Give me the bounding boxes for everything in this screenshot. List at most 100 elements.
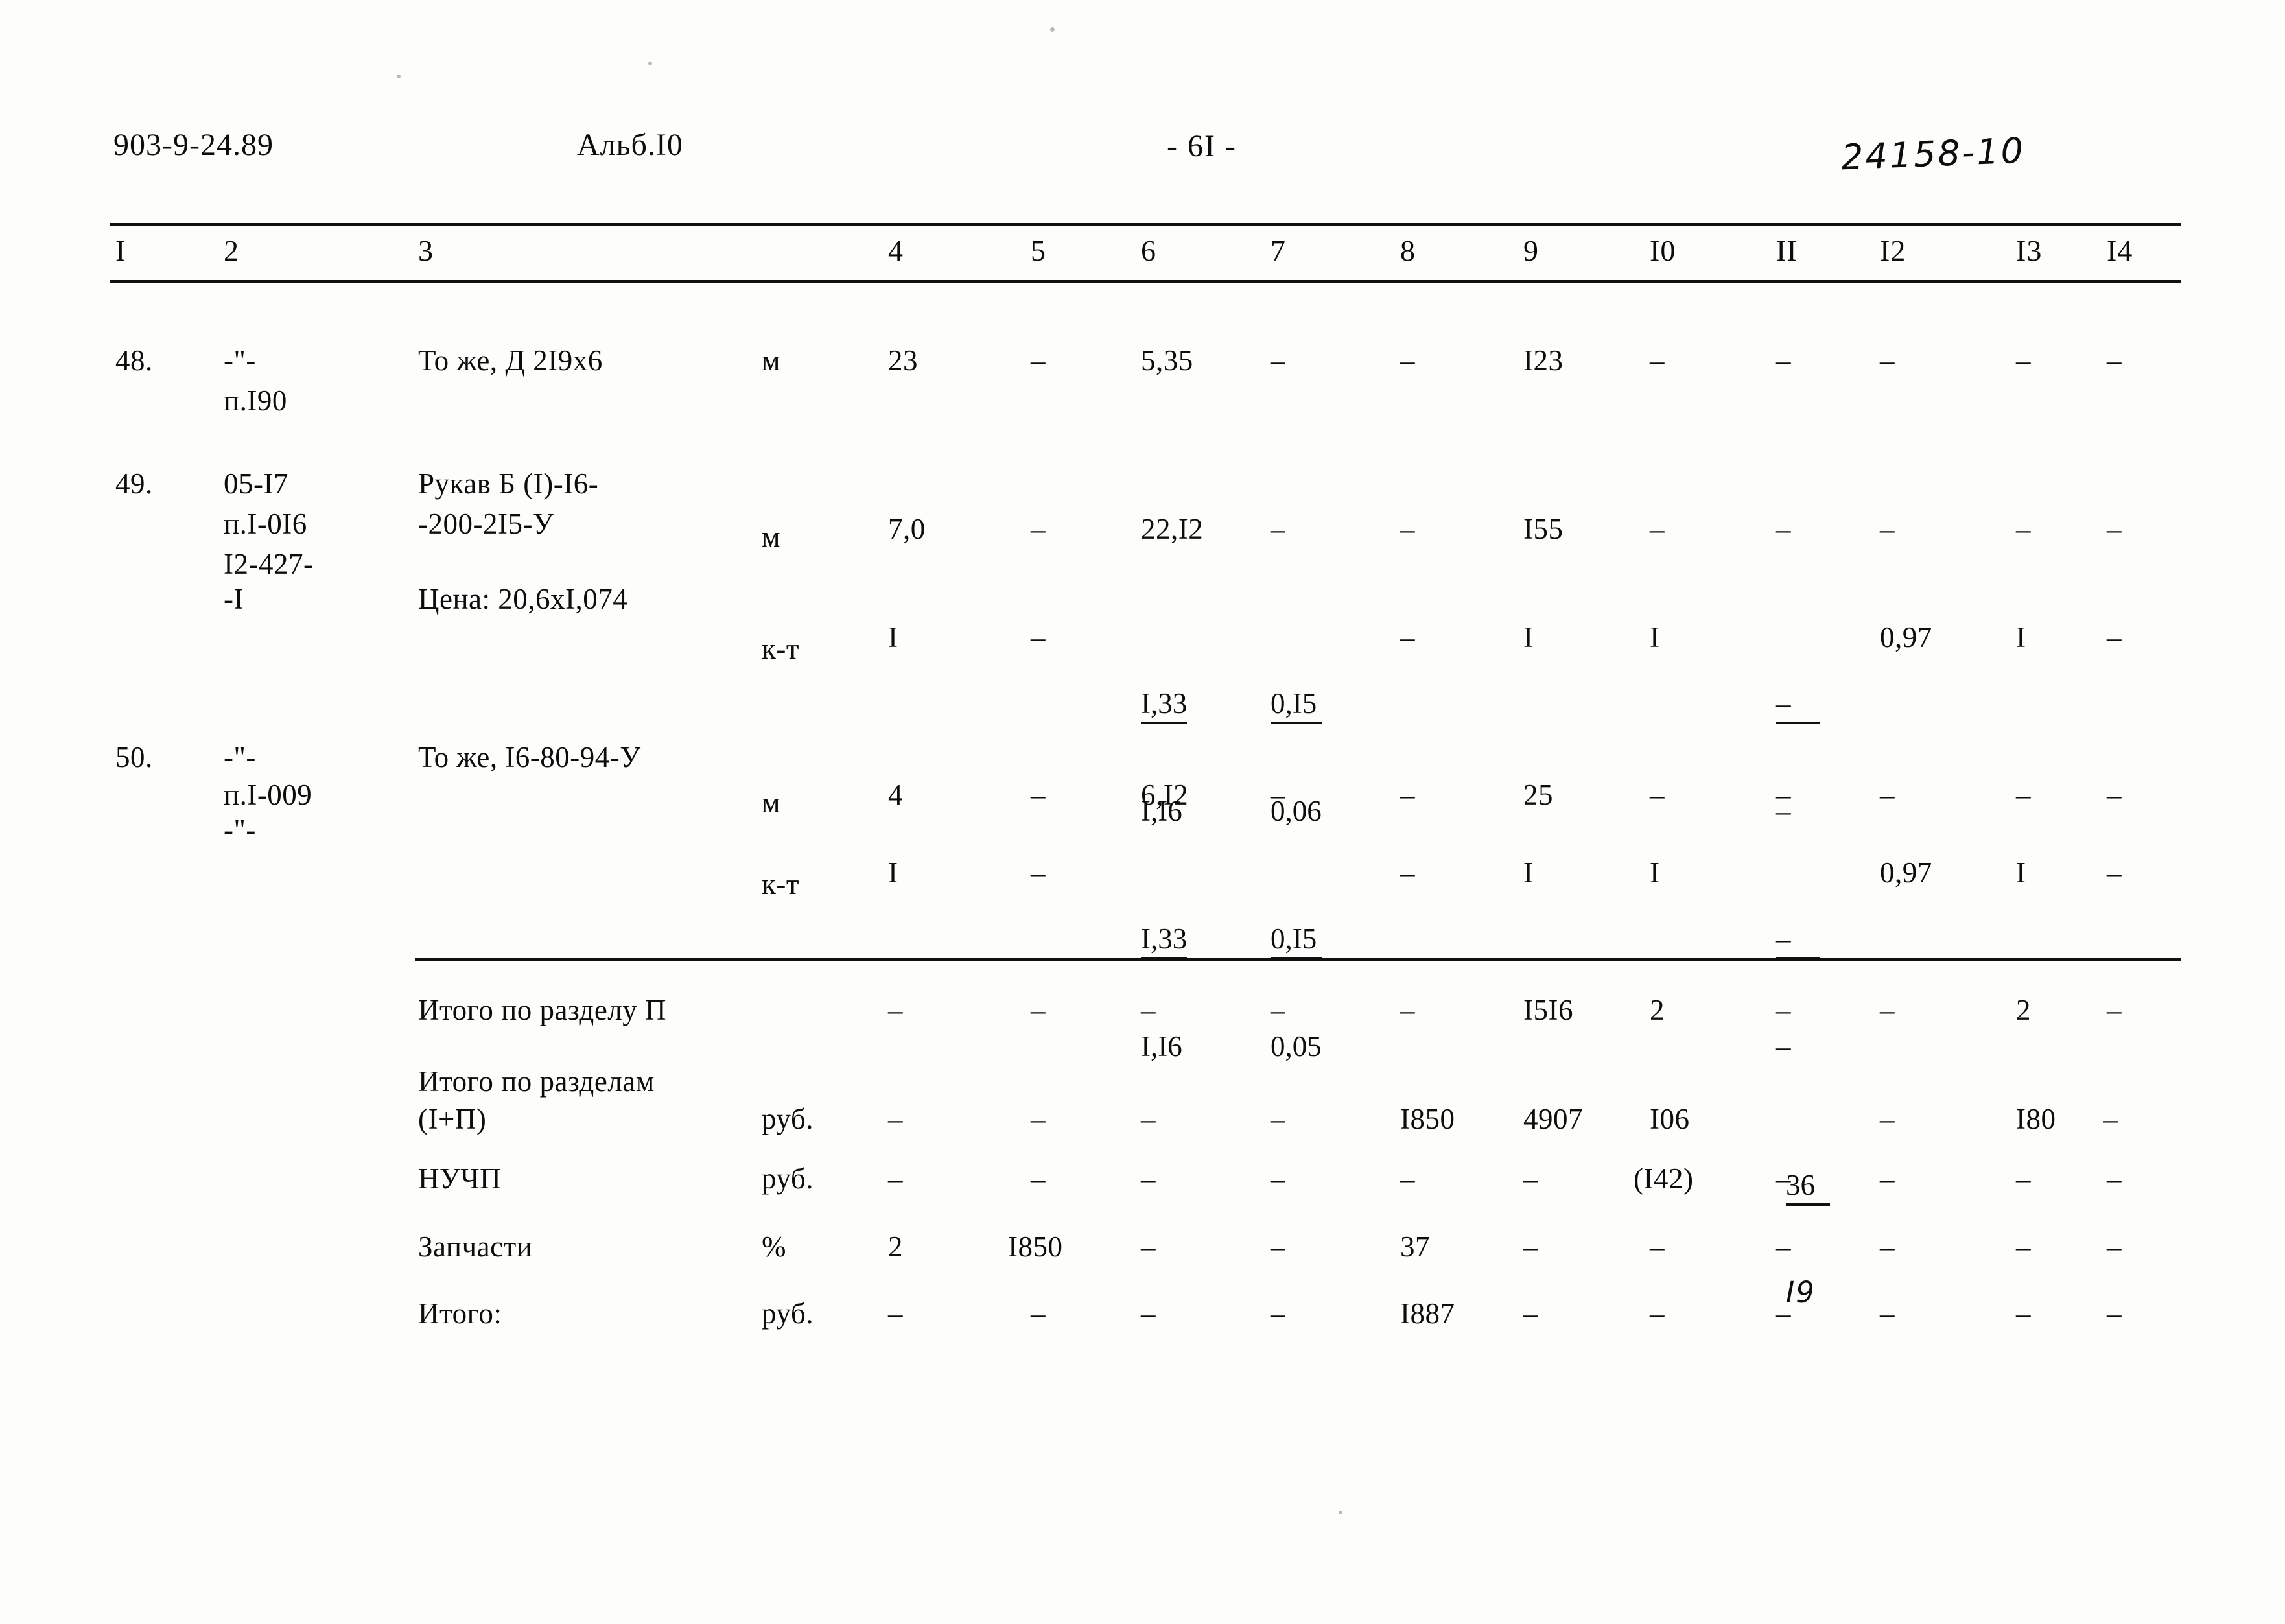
- column-header-11: II: [1776, 234, 1798, 267]
- totals-col6: –: [1141, 994, 1156, 1026]
- row-code-line3: I2-427-: [224, 548, 314, 580]
- document-header: 903-9-24.89 Альб.I0 - 6I - 24158-10: [0, 127, 2285, 178]
- row-col10: –: [1650, 344, 1665, 377]
- table-row-continuation: -"-: [0, 812, 2285, 849]
- subrow-col9: I: [1523, 856, 1534, 889]
- fraction-numerator: –: [1776, 922, 1820, 959]
- totals-col11: –: [1776, 994, 1791, 1026]
- fraction-numerator: I,33: [1141, 922, 1188, 959]
- row-code: 05-I7: [224, 467, 288, 500]
- totals-col11: –: [1776, 1297, 1791, 1330]
- scan-speck: [397, 75, 401, 78]
- totals-label: Итого:: [418, 1297, 502, 1330]
- row-col7: –: [1271, 513, 1285, 545]
- subrow-col8: –: [1400, 856, 1415, 889]
- subrow-col4: I: [888, 621, 898, 653]
- totals-col14: –: [2103, 1103, 2118, 1135]
- row-code-line4: -I: [224, 583, 244, 615]
- row-code-line3: -"-: [224, 814, 256, 846]
- row-price-line: Цена: 20,6хI,074: [418, 583, 628, 615]
- totals-row-nuchp: НУЧП руб. – – – – – – (I42) – – – –: [0, 1160, 2285, 1198]
- totals-row-sections-sum-label: Итого по разделам: [0, 1063, 2285, 1101]
- row-code: -"-: [224, 344, 256, 377]
- fraction-denominator: I,I6: [1141, 1030, 1182, 1063]
- column-header-5: 5: [1031, 234, 1046, 267]
- row-code-line2: п.I-009: [224, 779, 312, 811]
- document-code: 903-9-24.89: [113, 128, 274, 162]
- totals-col14: –: [2107, 1162, 2122, 1195]
- totals-col6: –: [1141, 1297, 1156, 1330]
- subrow-col8: –: [1400, 621, 1415, 653]
- totals-col12: –: [1880, 1162, 1895, 1195]
- totals-col9: –: [1523, 1162, 1538, 1195]
- row-col9: 25: [1523, 779, 1553, 811]
- totals-row-grand-total: Итого: руб. – – – – I887 – – – – – –: [0, 1295, 2285, 1333]
- totals-col8: I887: [1400, 1297, 1455, 1330]
- row-col12: –: [1880, 344, 1895, 377]
- totals-col12: –: [1880, 994, 1895, 1026]
- row-col8: –: [1400, 344, 1415, 377]
- totals-col13: –: [2016, 1230, 2031, 1263]
- row-col6: 22,I2: [1141, 513, 1204, 545]
- row-code-line2: п.I90: [224, 384, 287, 417]
- fraction-denominator: –: [1776, 1030, 1791, 1063]
- totals-col9: –: [1523, 1297, 1538, 1330]
- row-col14: –: [2107, 344, 2122, 377]
- totals-col7: –: [1271, 994, 1285, 1026]
- fraction-numerator: I,33: [1141, 687, 1188, 724]
- totals-col6: –: [1141, 1230, 1156, 1263]
- totals-col6: –: [1141, 1162, 1156, 1195]
- totals-col8: –: [1400, 994, 1415, 1026]
- row-col8: –: [1400, 513, 1415, 545]
- row-desc: То же, Д 2I9х6: [418, 344, 603, 377]
- subrow-unit: к-т: [762, 633, 800, 665]
- row-desc-line2: -200-2I5-У: [418, 508, 554, 540]
- totals-col10: –: [1650, 1230, 1665, 1263]
- row-col13: –: [2016, 344, 2031, 377]
- column-header-13: I3: [2016, 234, 2043, 267]
- column-header-7: 7: [1271, 234, 1286, 267]
- subrow-col14: –: [2107, 621, 2122, 653]
- totals-col5: –: [1031, 1297, 1046, 1330]
- table-row-continuation: п.I90: [0, 382, 2285, 420]
- scan-speck: [648, 62, 652, 65]
- totals-col12: –: [1880, 1103, 1895, 1135]
- totals-label-line1: Итого по разделам: [418, 1065, 655, 1098]
- totals-col11: –: [1776, 1162, 1791, 1195]
- totals-col13: 2: [2016, 994, 2031, 1026]
- totals-unit: руб.: [762, 1162, 814, 1195]
- totals-col14: –: [2107, 1230, 2122, 1263]
- totals-col9: I5I6: [1523, 994, 1573, 1026]
- row-col5: –: [1031, 344, 1046, 377]
- page-number: - 6I -: [1167, 129, 1237, 163]
- row-col13: –: [2016, 779, 2031, 811]
- subrow-col10: I: [1650, 621, 1660, 653]
- column-header-6: 6: [1141, 234, 1156, 267]
- totals-col4: –: [888, 1103, 903, 1135]
- row-col11: –: [1776, 779, 1791, 811]
- totals-col13: I80: [2016, 1103, 2056, 1135]
- table-subrow: к-т I – I,33 I,I6 0,I5 0,05 – I I – – 0,…: [0, 854, 2285, 1063]
- row-desc: Рукав Б (I)-I6-: [418, 467, 599, 500]
- totals-col12: –: [1880, 1230, 1895, 1263]
- totals-col9: –: [1523, 1230, 1538, 1263]
- column-header-12: I2: [1880, 234, 1906, 267]
- column-header-10: I0: [1650, 234, 1676, 267]
- totals-col6: –: [1141, 1103, 1156, 1135]
- subrow-col14: –: [2107, 856, 2122, 889]
- column-header-9: 9: [1523, 234, 1539, 267]
- row-col12: –: [1880, 513, 1895, 545]
- column-header-14: I4: [2107, 234, 2133, 267]
- scanned-page: 903-9-24.89 Альб.I0 - 6I - 24158-10 I 2 …: [0, 0, 2285, 1624]
- table-row-continuation: п.I-009 м 4 – 6,I2 – – 25 – – – – –: [0, 777, 2285, 819]
- row-col4: 7,0: [888, 513, 926, 545]
- totals-row-section-2: Итого по разделу П – – – – – I5I6 2 – – …: [0, 992, 2285, 1030]
- row-col10: –: [1650, 513, 1665, 545]
- totals-col7: –: [1271, 1103, 1285, 1135]
- table-row-continuation: I2-427-: [0, 546, 2285, 583]
- subrow-col12: 0,97: [1880, 856, 1932, 889]
- scan-speck: [1339, 1511, 1342, 1514]
- totals-col10: (I42): [1634, 1162, 1694, 1195]
- row-col10: –: [1650, 779, 1665, 811]
- subrow-col4: I: [888, 856, 898, 889]
